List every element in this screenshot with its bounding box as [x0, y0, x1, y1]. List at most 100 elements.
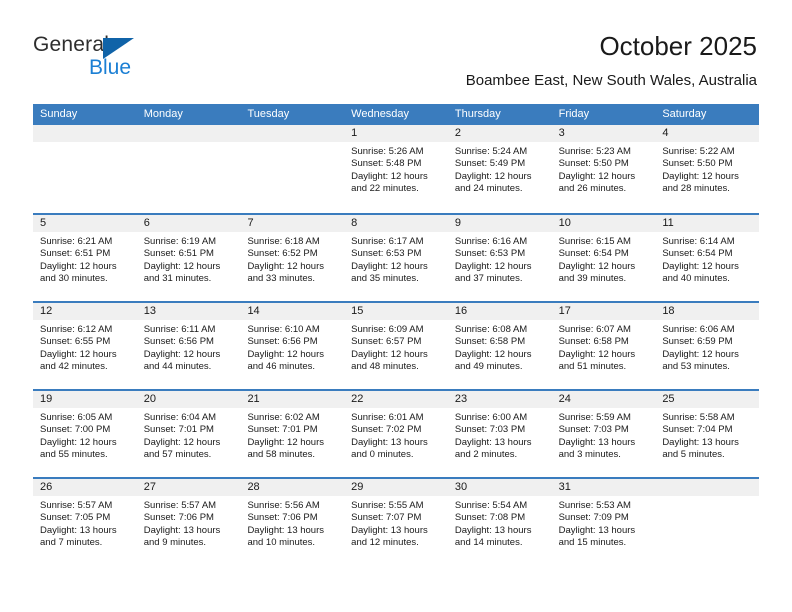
daylight-text: Daylight: 13 hours and 10 minutes.: [247, 524, 325, 549]
daylight-text: Daylight: 12 hours and 44 minutes.: [143, 348, 221, 373]
day-number: 10: [551, 215, 656, 232]
calendar-day-cell[interactable]: 3 Sunrise: 5:23 AM Sunset: 5:50 PM Daylight…: [551, 125, 656, 213]
day-sun-info: Sunrise: 5:57 AM Sunset: 7:05 PM Daylight:…: [33, 496, 137, 550]
day-sun-info: Sunrise: 6:18 AM Sunset: 6:52 PM Daylight:…: [240, 232, 344, 286]
sunset-text: Sunset: 6:59 PM: [662, 336, 733, 348]
logo-text-blue: Blue: [89, 56, 132, 79]
calendar-day-cell[interactable]: 12 Sunrise: 6:12 AM Sunset: 6:55 PM Dayligh…: [33, 303, 137, 389]
sunset-text: Sunset: 7:03 PM: [558, 424, 629, 436]
sunset-text: Sunset: 7:03 PM: [454, 424, 526, 436]
sunset-text: Sunset: 5:50 PM: [558, 158, 629, 170]
sunset-text: Sunset: 7:02 PM: [351, 424, 422, 436]
sunrise-text: Sunrise: 6:14 AM: [662, 236, 735, 247]
sunset-text: Sunset: 7:09 PM: [558, 512, 629, 524]
day-sun-info: Sunrise: 6:01 AM Sunset: 7:02 PM Daylight:…: [344, 408, 448, 462]
calendar-day-cell[interactable]: 4 Sunrise: 5:22 AM Sunset: 5:50 PM Daylight…: [655, 125, 760, 213]
sunset-text: Sunset: 7:00 PM: [40, 424, 111, 436]
calendar-day-cell[interactable]: 6 Sunrise: 6:19 AM Sunset: 6:51 PM Daylight…: [136, 215, 241, 301]
day-number: 21: [240, 391, 345, 408]
day-sun-info: Sunrise: 6:07 AM Sunset: 6:58 PM Daylight:…: [552, 320, 656, 374]
weekday-header-sunday: Sunday: [40, 108, 78, 120]
day-number: 9: [447, 215, 552, 232]
day-sun-info: Sunrise: 6:02 AM Sunset: 7:01 PM Daylight:…: [240, 408, 344, 462]
day-sun-info: Sunrise: 6:17 AM Sunset: 6:53 PM Daylight:…: [344, 232, 448, 286]
sunrise-text: Sunrise: 6:21 AM: [40, 236, 113, 247]
day-number: 8: [344, 215, 448, 232]
general-blue-logo[interactable]: General Blue: [33, 33, 253, 85]
calendar-day-cell[interactable]: 8 Sunrise: 6:17 AM Sunset: 6:53 PM Daylight…: [344, 215, 448, 301]
daylight-text: Daylight: 12 hours and 46 minutes.: [247, 348, 325, 373]
day-sun-info: Sunrise: 6:05 AM Sunset: 7:00 PM Daylight:…: [33, 408, 137, 462]
calendar-day-cell[interactable]: 28 Sunrise: 5:56 AM Sunset: 7:06 PM Dayligh…: [240, 479, 345, 565]
calendar-day-cell[interactable]: 27 Sunrise: 5:57 AM Sunset: 7:06 PM Dayligh…: [136, 479, 241, 565]
day-number: 12: [33, 303, 137, 320]
sunset-text: Sunset: 7:06 PM: [247, 512, 318, 524]
daylight-text: Daylight: 12 hours and 53 minutes.: [662, 348, 739, 373]
sunset-text: Sunset: 6:56 PM: [247, 336, 318, 348]
sunrise-text: Sunrise: 5:57 AM: [40, 500, 113, 511]
daylight-text: Daylight: 12 hours and 42 minutes.: [40, 348, 117, 373]
daylight-text: Daylight: 12 hours and 48 minutes.: [351, 348, 428, 373]
calendar-day-cell[interactable]: 22 Sunrise: 6:01 AM Sunset: 7:02 PM Dayligh…: [344, 391, 448, 477]
daylight-text: Daylight: 13 hours and 15 minutes.: [558, 524, 636, 549]
calendar-day-cell[interactable]: 9 Sunrise: 6:16 AM Sunset: 6:53 PM Daylight…: [447, 215, 552, 301]
calendar-day-cell[interactable]: 23 Sunrise: 6:00 AM Sunset: 7:03 PM Dayligh…: [447, 391, 552, 477]
calendar-day-cell[interactable]: 5 Sunrise: 6:21 AM Sunset: 6:51 PM Daylight…: [33, 215, 137, 301]
day-number: 6: [136, 215, 241, 232]
calendar-day-cell[interactable]: 31 Sunrise: 5:53 AM Sunset: 7:09 PM Dayligh…: [551, 479, 656, 565]
day-sun-info: Sunrise: 5:22 AM Sunset: 5:50 PM Daylight:…: [655, 142, 759, 196]
daylight-text: Daylight: 12 hours and 28 minutes.: [662, 170, 739, 195]
calendar-day-cell[interactable]: 10 Sunrise: 6:15 AM Sunset: 6:54 PM Dayligh…: [551, 215, 656, 301]
day-number: 2: [447, 125, 552, 142]
day-number: 17: [551, 303, 656, 320]
calendar-day-cell[interactable]: 11 Sunrise: 6:14 AM Sunset: 6:54 PM Dayligh…: [655, 215, 760, 301]
sunset-text: Sunset: 5:49 PM: [454, 158, 526, 170]
calendar-day-cell[interactable]: 2 Sunrise: 5:24 AM Sunset: 5:49 PM Daylight…: [447, 125, 552, 213]
calendar-day-cell[interactable]: 13 Sunrise: 6:11 AM Sunset: 6:56 PM Dayligh…: [136, 303, 241, 389]
calendar-day-cell[interactable]: 30 Sunrise: 5:54 AM Sunset: 7:08 PM Dayligh…: [447, 479, 552, 565]
calendar-day-cell[interactable]: 20 Sunrise: 6:04 AM Sunset: 7:01 PM Dayligh…: [136, 391, 241, 477]
calendar-week-row: 26 Sunrise: 5:57 AM Sunset: 7:05 PM Dayligh…: [33, 477, 760, 565]
calendar-day-cell[interactable]: 7 Sunrise: 6:18 AM Sunset: 6:52 PM Daylight…: [240, 215, 345, 301]
day-sun-info: Sunrise: 6:11 AM Sunset: 6:56 PM Daylight:…: [137, 320, 241, 374]
calendar-day-cell[interactable]: 16 Sunrise: 6:08 AM Sunset: 6:58 PM Dayligh…: [447, 303, 552, 389]
calendar-day-cell[interactable]: 21 Sunrise: 6:02 AM Sunset: 7:01 PM Dayligh…: [240, 391, 345, 477]
daylight-text: Daylight: 12 hours and 57 minutes.: [143, 436, 221, 461]
calendar-day-cell[interactable]: 25 Sunrise: 5:58 AM Sunset: 7:04 PM Dayligh…: [655, 391, 760, 477]
daylight-text: Daylight: 13 hours and 5 minutes.: [662, 436, 739, 461]
day-sun-info: Sunrise: 5:56 AM Sunset: 7:06 PM Daylight:…: [240, 496, 344, 550]
day-number: 27: [136, 479, 241, 496]
sunrise-text: Sunrise: 5:54 AM: [454, 500, 528, 511]
calendar-day-cell-empty: [655, 479, 760, 565]
sunset-text: Sunset: 6:56 PM: [143, 336, 214, 348]
daylight-text: Daylight: 13 hours and 0 minutes.: [351, 436, 428, 461]
sunrise-text: Sunrise: 5:26 AM: [351, 146, 424, 157]
page-title: October 2025: [599, 31, 757, 61]
day-sun-info: Sunrise: 5:53 AM Sunset: 7:09 PM Daylight:…: [552, 496, 656, 550]
day-sun-info: Sunrise: 6:14 AM Sunset: 6:54 PM Daylight:…: [655, 232, 759, 286]
daylight-text: Daylight: 12 hours and 49 minutes.: [454, 348, 532, 373]
sunrise-text: Sunrise: 5:23 AM: [558, 146, 631, 157]
calendar-day-cell[interactable]: 14 Sunrise: 6:10 AM Sunset: 6:56 PM Dayligh…: [240, 303, 345, 389]
sunset-text: Sunset: 6:51 PM: [40, 248, 111, 260]
day-number: 4: [655, 125, 760, 142]
calendar-day-cell[interactable]: 19 Sunrise: 6:05 AM Sunset: 7:00 PM Dayligh…: [33, 391, 137, 477]
calendar-day-cell[interactable]: 1 Sunrise: 5:26 AM Sunset: 5:48 PM Daylight…: [344, 125, 448, 213]
day-sun-info: Sunrise: 6:10 AM Sunset: 6:56 PM Daylight:…: [240, 320, 344, 374]
calendar-day-cell[interactable]: 29 Sunrise: 5:55 AM Sunset: 7:07 PM Dayligh…: [344, 479, 448, 565]
calendar-day-cell[interactable]: 15 Sunrise: 6:09 AM Sunset: 6:57 PM Dayligh…: [344, 303, 448, 389]
weekday-header-friday: Friday: [558, 108, 590, 120]
sunrise-text: Sunrise: 6:04 AM: [143, 412, 217, 423]
calendar-day-cell-empty: [240, 125, 345, 213]
calendar-day-cell[interactable]: 18 Sunrise: 6:06 AM Sunset: 6:59 PM Dayligh…: [655, 303, 760, 389]
day-number: 22: [344, 391, 448, 408]
calendar-day-cell[interactable]: 26 Sunrise: 5:57 AM Sunset: 7:05 PM Dayligh…: [33, 479, 137, 565]
calendar-day-cell[interactable]: 17 Sunrise: 6:07 AM Sunset: 6:58 PM Dayligh…: [551, 303, 656, 389]
calendar-page: General Blue October 2025 Boambee East, …: [0, 0, 792, 612]
day-number: 26: [33, 479, 137, 496]
sunrise-text: Sunrise: 6:07 AM: [558, 324, 631, 335]
daylight-text: Daylight: 12 hours and 39 minutes.: [558, 260, 636, 285]
sunrise-text: Sunrise: 6:11 AM: [143, 324, 216, 335]
calendar-day-cell[interactable]: 24 Sunrise: 5:59 AM Sunset: 7:03 PM Dayligh…: [551, 391, 656, 477]
daylight-text: Daylight: 12 hours and 26 minutes.: [558, 170, 636, 195]
